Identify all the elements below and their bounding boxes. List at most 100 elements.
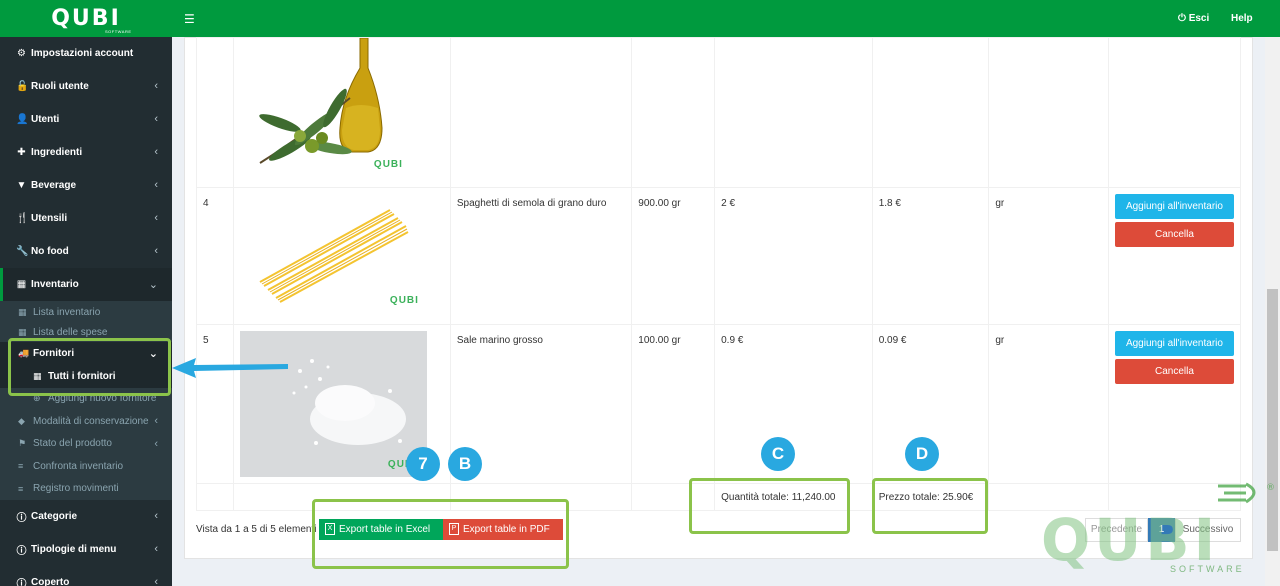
- sidebar: QUBI SOFTWARE ⚙ Impostazioni account 🔓 R…: [0, 0, 172, 586]
- sidebar-item-label: Inventario: [31, 279, 79, 290]
- product-unit: gr: [988, 324, 1109, 484]
- logout-link[interactable]: ⏻ Esci: [1178, 13, 1209, 24]
- hamburger-icon[interactable]: ☰: [184, 12, 195, 26]
- logo[interactable]: QUBI SOFTWARE: [0, 0, 172, 37]
- sidebar-item-label: Registro movimenti: [33, 483, 119, 495]
- product-image-olive-oil: QUBI: [239, 37, 427, 182]
- sidebar-item-stato[interactable]: ⚑ Stato del prodotto ‹: [0, 433, 172, 456]
- chevron-left-icon: ‹: [154, 113, 158, 125]
- sidebar-item-coperto[interactable]: ⓘ Coperto ‹: [0, 566, 172, 586]
- sidebar-item-label: Categorie: [31, 511, 78, 522]
- sidebar-item-label: Beverage: [31, 180, 77, 191]
- table-row: QUBI: [196, 37, 1242, 188]
- sidebar-item-utensili[interactable]: 🍴 Utensili ‹: [0, 202, 172, 235]
- wrench-icon: 🔧: [16, 246, 29, 257]
- top-header: ☰ ⏻ Esci Help: [172, 0, 1280, 37]
- scrollbar[interactable]: [1265, 37, 1280, 586]
- table-icon: ▦: [18, 306, 27, 317]
- salt-image: [292, 359, 406, 445]
- inventory-table: QUBI 4 QUBI Spaghetti di semola di grano…: [196, 37, 1242, 511]
- watermark-sub: SOFTWARE: [1170, 564, 1245, 574]
- chevron-left-icon: ‹: [154, 212, 158, 224]
- product-unit: gr: [988, 187, 1109, 325]
- chevron-left-icon: ‹: [154, 245, 158, 257]
- chevron-left-icon: ‹: [154, 146, 158, 158]
- sidebar-item-label: Lista delle spese: [33, 327, 108, 338]
- puzzle-icon: ✚: [17, 147, 26, 158]
- add-to-inventory-button[interactable]: Aggiungi all'inventario: [1114, 194, 1234, 219]
- info-icon: ⓘ: [16, 579, 27, 586]
- logo-text: QUBI: [51, 6, 121, 31]
- delete-button[interactable]: Cancella: [1114, 359, 1234, 384]
- highlight-price-total: [872, 478, 988, 534]
- product-qty: 100.00 gr: [631, 324, 716, 484]
- product-qty: 900.00 gr: [631, 187, 716, 325]
- sidebar-item-utenti[interactable]: 👤 Utenti ‹: [0, 103, 172, 136]
- sidebar-item-tipologie[interactable]: ⓘ Tipologie di menu ‹: [0, 533, 172, 566]
- sidebar-item-impostazioni[interactable]: ⚙ Impostazioni account: [0, 37, 172, 70]
- add-to-inventory-button[interactable]: Aggiungi all'inventario: [1114, 331, 1234, 356]
- sidebar-item-label: Confronta inventario: [33, 460, 124, 472]
- sidebar-item-categorie[interactable]: ⓘ Categorie ‹: [0, 500, 172, 533]
- chevron-down-icon: ⌄: [148, 279, 158, 291]
- sidebar-item-ingredienti[interactable]: ✚ Ingredienti ‹: [0, 136, 172, 169]
- info-icon: ⓘ: [16, 513, 27, 524]
- sidebar-item-label: Utensili: [31, 213, 68, 224]
- user-icon: 👤: [16, 114, 29, 125]
- sidebar-item-lista-inventario[interactable]: ▦ Lista inventario: [0, 301, 172, 324]
- product-image-salt: QUBI: [239, 331, 427, 477]
- table-info: Vista da 1 a 5 di 5 elementi: [196, 524, 317, 535]
- unlock-icon: 🔓: [16, 81, 29, 92]
- chevron-left-icon: ‹: [154, 510, 158, 522]
- table-row: 5 QUBI Sale marino grosso 100.00 gr 0.9 …: [196, 324, 1242, 484]
- product-image-spaghetti: QUBI: [239, 192, 427, 317]
- logout-label: Esci: [1188, 13, 1210, 24]
- qubi-watermark: QUBI: [373, 159, 403, 170]
- filter-icon: ▼: [16, 180, 27, 191]
- delete-button[interactable]: Cancella: [1114, 222, 1234, 247]
- table-icon: ▦: [16, 279, 27, 290]
- list-icon: ≡: [18, 461, 24, 472]
- cutlery-icon: 🍴: [16, 213, 29, 224]
- sidebar-item-label: Coperto: [31, 577, 70, 586]
- row-number: 5: [196, 324, 234, 484]
- list-icon: ≡: [18, 483, 24, 494]
- sidebar-item-label: Utenti: [31, 114, 60, 125]
- cubes-icon: ◆: [18, 415, 25, 426]
- sidebar-item-label: Stato del prodotto: [33, 438, 112, 450]
- gear-icon: ⚙: [17, 48, 26, 59]
- pagination-prev[interactable]: Precedente: [1085, 518, 1148, 542]
- flag-icon: ⚑: [18, 438, 27, 449]
- sidebar-item-ruoli[interactable]: 🔓 Ruoli utente ‹: [0, 70, 172, 103]
- sidebar-item-inventario[interactable]: ▦ Inventario ⌄: [0, 268, 172, 301]
- sidebar-item-label: Ingredienti: [31, 147, 83, 158]
- table-icon: ▦: [18, 327, 27, 337]
- pagination-next[interactable]: Successivo: [1175, 518, 1241, 542]
- sidebar-item-modalita[interactable]: ◆ Modalità di conservazione ‹: [0, 410, 172, 433]
- sidebar-item-label: Tipologie di menu: [31, 544, 117, 555]
- sidebar-item-label: No food: [31, 246, 69, 257]
- inventario-submenu: ▦ Lista inventario ▦ Lista delle spese 🚚…: [0, 301, 172, 500]
- help-link[interactable]: Help: [1231, 13, 1253, 24]
- sidebar-item-registro[interactable]: ≡ Registro movimenti: [0, 478, 172, 501]
- product-price: 2 €: [714, 187, 873, 325]
- logo-sub: SOFTWARE: [105, 29, 132, 34]
- sidebar-item-beverage[interactable]: ▼ Beverage ‹: [0, 169, 172, 202]
- annotation-circle-b: B: [448, 447, 482, 481]
- product-total: 1.8 €: [871, 187, 990, 325]
- scrollbar-thumb[interactable]: [1267, 289, 1278, 551]
- chevron-left-icon: ‹: [154, 415, 158, 427]
- pagination-page-1[interactable]: 1: [1148, 518, 1175, 542]
- power-icon: ⏻: [1178, 13, 1186, 24]
- table-row: 4 QUBI Spaghetti di semola di grano duro…: [196, 187, 1242, 325]
- chevron-left-icon: ‹: [154, 543, 158, 555]
- info-icon: ⓘ: [16, 546, 27, 557]
- highlight-export-buttons: [312, 499, 569, 569]
- sidebar-item-nofood[interactable]: 🔧 No food ‹: [0, 235, 172, 268]
- chevron-left-icon: ‹: [154, 437, 158, 450]
- annotation-arrow: [172, 358, 288, 378]
- annotation-circle-c: C: [761, 437, 795, 471]
- chevron-left-icon: ‹: [154, 80, 158, 92]
- chevron-left-icon: ‹: [154, 576, 158, 586]
- sidebar-item-confronta[interactable]: ≡ Confronta inventario: [0, 455, 172, 478]
